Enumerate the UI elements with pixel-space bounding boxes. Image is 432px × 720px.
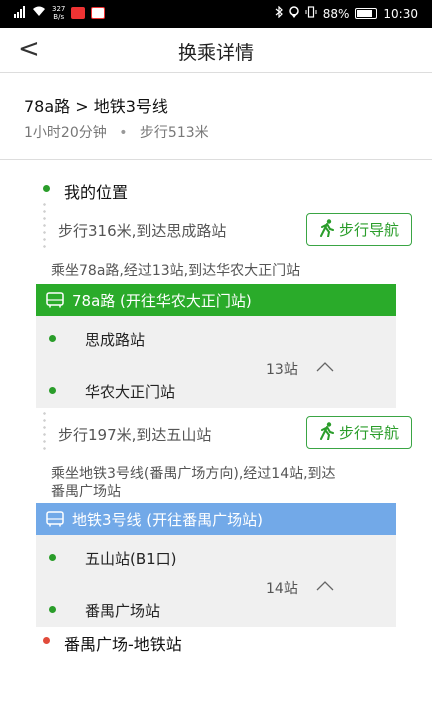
route-title: 78a路 > 地铁3号线 (24, 97, 168, 116)
start-location: 我的位置 (64, 183, 129, 202)
bus-line-label: 78a路 (开往华农大正门站) (72, 291, 252, 310)
bus-icon (46, 292, 64, 308)
route-meta: 1小时20分钟 • 步行513米 (24, 122, 209, 142)
mail-notification-icon (71, 7, 86, 19)
walk-nav-button-2[interactable]: 步行导航 (306, 416, 412, 449)
walk-nav-label-1: 步行导航 (338, 221, 399, 239)
end-location: 番禺广场-地铁站 (64, 635, 182, 654)
walk-step-2: 步行197米,到达五山站 (58, 426, 212, 444)
page-title: 换乘详情 (177, 42, 254, 64)
start-dot (43, 185, 50, 192)
walk-step-1: 步行316米,到达思成路站 (58, 222, 227, 240)
battery-percent: 88% (322, 6, 350, 21)
signal-icon (14, 5, 26, 21)
walk-path-dots-2 (43, 410, 46, 454)
wifi-icon (32, 6, 46, 20)
metro-icon (46, 511, 64, 527)
walk-path-dots (43, 201, 46, 250)
app-notification-icon (91, 7, 106, 19)
ride-desc-2-line1: 乘坐地铁3号线(番禺广场方向),经过14站,到达 (51, 466, 336, 482)
bus-to-stop: 华农大正门站 (85, 383, 176, 401)
bluetooth-icon (275, 5, 283, 21)
ride-desc-1: 乘坐78a路,经过13站,到达华农大正门站 (51, 263, 301, 279)
route-summary: 78a路 > 地铁3号线 1小时20分钟 • 步行513米 (0, 73, 432, 160)
walk-nav-button-1[interactable]: 步行导航 (306, 213, 412, 246)
chevron-up-icon[interactable] (316, 362, 334, 372)
walker-icon (319, 421, 335, 444)
metro-stop-count: 14站 (266, 581, 298, 597)
net-speed-unit: B/s (53, 13, 65, 21)
bus-stops-panel: 思成路站 13站 华农大正门站 (36, 316, 396, 408)
bus-from-stop: 思成路站 (85, 331, 146, 349)
bus-from-dot (49, 335, 56, 342)
metro-line-bar[interactable]: 地铁3号线 (开往番禺广场站) (36, 503, 396, 535)
clock: 10:30 (383, 6, 418, 21)
bus-to-dot (49, 387, 56, 394)
metro-line-label: 地铁3号线 (开往番禺广场站) (72, 510, 264, 529)
app-header: < 换乘详情 (0, 28, 432, 73)
net-speed: 327 B/s (52, 5, 65, 21)
route-duration: 1小时20分钟 (24, 125, 107, 141)
metro-to-stop: 番禺广场站 (85, 602, 161, 620)
metro-stops-panel: 五山站(B1口) 14站 番禺广场站 (36, 535, 396, 627)
ride-desc-2-line2: 番禺广场站 (51, 484, 121, 500)
chevron-up-icon[interactable] (316, 581, 334, 591)
bus-line-bar[interactable]: 78a路 (开往华农大正门站) (36, 284, 396, 316)
net-speed-value: 327 (52, 5, 66, 13)
bus-stop-count: 13站 (266, 362, 298, 378)
meta-separator: • (119, 125, 128, 141)
metro-from-stop: 五山站(B1口) (85, 550, 177, 568)
metro-to-dot (49, 606, 56, 613)
route-walk-distance: 步行513米 (139, 125, 209, 141)
end-dot (43, 637, 50, 644)
battery-icon (355, 8, 378, 19)
walker-icon (319, 218, 335, 241)
status-bar: 327 B/s 88% 10:30 (0, 0, 432, 28)
vibrate-icon (305, 6, 317, 21)
metro-from-dot (49, 554, 56, 561)
location-icon (288, 6, 299, 21)
walk-nav-label-2: 步行导航 (338, 424, 399, 442)
